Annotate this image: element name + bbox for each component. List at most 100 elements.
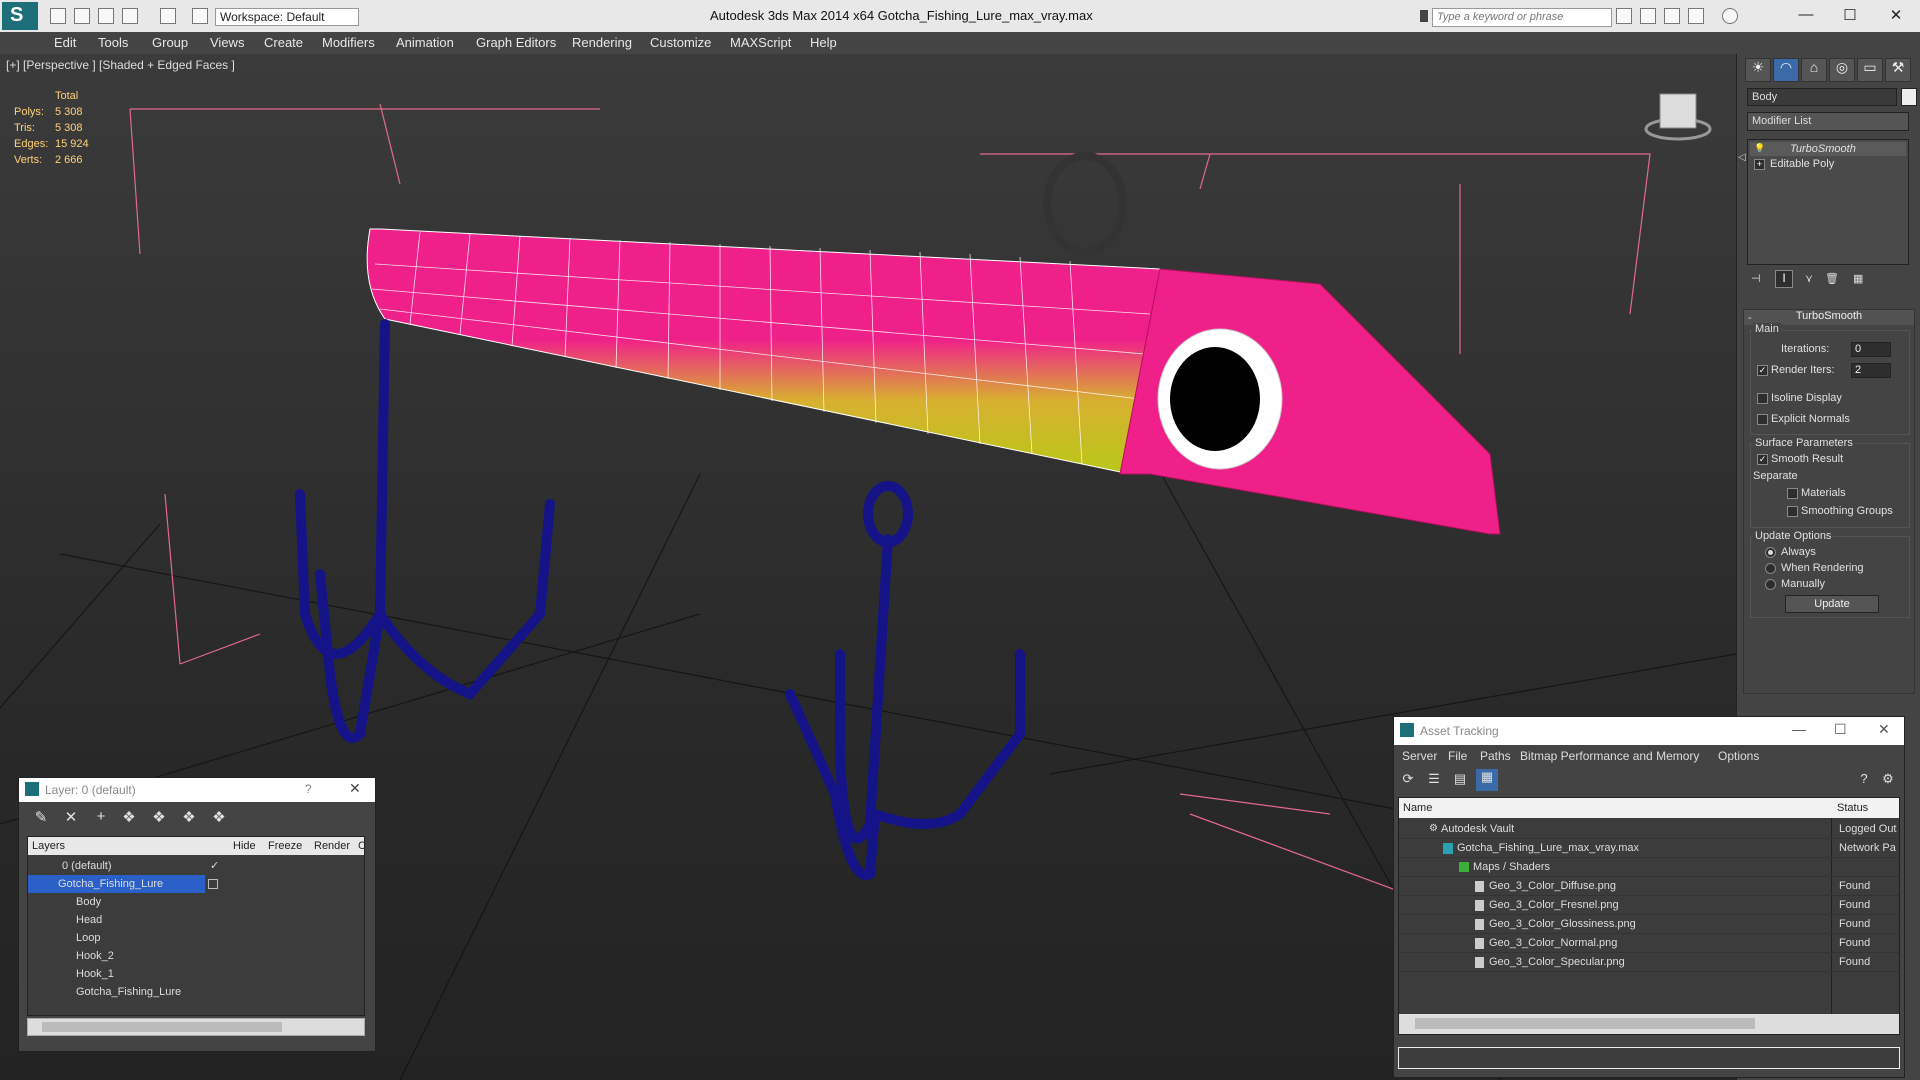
- settings-icon[interactable]: ⚙: [1878, 771, 1898, 791]
- close-icon[interactable]: ✕: [349, 780, 361, 797]
- user-icon[interactable]: [1664, 8, 1680, 24]
- viewport-label[interactable]: [+] [Perspective ] [Shaded + Edged Faces…: [6, 58, 235, 72]
- minimize-button[interactable]: —: [1796, 6, 1816, 24]
- new-file-icon[interactable]: [50, 8, 66, 24]
- when-rendering-radio[interactable]: [1765, 563, 1776, 574]
- always-radio[interactable]: [1765, 547, 1776, 558]
- asset-row[interactable]: Geo_3_Color_Diffuse.png Found: [1399, 877, 1899, 896]
- render-iters-checkbox[interactable]: ✓: [1757, 365, 1768, 376]
- show-end-result-icon[interactable]: I: [1775, 270, 1793, 288]
- create-tab-icon[interactable]: ☀: [1745, 58, 1771, 82]
- open-file-icon[interactable]: [74, 8, 90, 24]
- modifier-stack[interactable]: 💡 TurboSmooth + Editable Poly: [1747, 139, 1909, 265]
- menu-graph-editors[interactable]: Graph Editors: [476, 35, 556, 50]
- asset-row[interactable]: Geo_3_Color_Specular.png Found: [1399, 953, 1899, 972]
- layer-horizontal-scrollbar[interactable]: [27, 1018, 365, 1036]
- update-button[interactable]: Update: [1785, 595, 1879, 613]
- table-view-icon[interactable]: ▦: [1476, 769, 1498, 791]
- help-icon[interactable]: [1722, 8, 1738, 24]
- help-icon[interactable]: ?: [1854, 771, 1874, 791]
- menu-views[interactable]: Views: [210, 35, 244, 50]
- expand-icon[interactable]: +: [1754, 159, 1765, 170]
- asset-row[interactable]: Geo_3_Color_Normal.png Found: [1399, 934, 1899, 953]
- menu-maxscript[interactable]: MAXScript: [730, 35, 791, 50]
- asset-row[interactable]: ⚙ Autodesk Vault Logged Out: [1399, 820, 1899, 839]
- modify-tab-icon[interactable]: ◠: [1773, 58, 1799, 82]
- scrollbar-thumb[interactable]: [42, 1022, 282, 1032]
- col-layers[interactable]: Layers: [32, 840, 65, 852]
- menu-customize[interactable]: Customize: [650, 35, 711, 50]
- expand-search-icon[interactable]: [1420, 10, 1428, 22]
- active-layer-check-icon[interactable]: ✓: [210, 859, 219, 872]
- hierarchy-tab-icon[interactable]: ⌂: [1801, 58, 1827, 82]
- explicit-normals-checkbox[interactable]: [1757, 414, 1768, 425]
- viewcube-icon[interactable]: [1644, 93, 1712, 141]
- modifier-list-dropdown[interactable]: Modifier List: [1747, 112, 1909, 131]
- refresh-icon[interactable]: ⟳: [1398, 771, 1418, 791]
- make-unique-icon[interactable]: ⋎: [1805, 272, 1819, 286]
- favorites-star-icon[interactable]: [1688, 8, 1704, 24]
- object-name-field[interactable]: Body: [1747, 88, 1897, 106]
- layer-window-titlebar[interactable]: Layer: 0 (default) ? ✕: [19, 778, 375, 802]
- asset-row[interactable]: Geo_3_Color_Glossiness.png Found: [1399, 915, 1899, 934]
- menu-group[interactable]: Group: [152, 35, 188, 50]
- menu-tools[interactable]: Tools: [98, 35, 128, 50]
- binoculars-icon[interactable]: [1616, 8, 1632, 24]
- lightbulb-icon[interactable]: 💡: [1754, 143, 1765, 154]
- create-layer-icon[interactable]: ✎: [31, 808, 51, 828]
- freeze-all-icon[interactable]: ❖: [209, 808, 229, 828]
- col-name[interactable]: Name: [1403, 802, 1432, 814]
- utilities-tab-icon[interactable]: ⚒: [1885, 58, 1911, 82]
- object-color-swatch[interactable]: [1901, 88, 1917, 106]
- undo-icon[interactable]: [122, 8, 138, 24]
- render-iters-spinner[interactable]: 2: [1851, 363, 1891, 378]
- stack-item-editable-poly[interactable]: + Editable Poly: [1750, 157, 1906, 171]
- pin-stack-icon[interactable]: ⊣: [1751, 272, 1765, 286]
- delete-layer-icon[interactable]: ✕: [61, 808, 81, 828]
- layer-row[interactable]: Gotcha_Fishing_Lure: [28, 983, 364, 1001]
- isoline-display-checkbox[interactable]: [1757, 393, 1768, 404]
- smoothing-groups-checkbox[interactable]: [1787, 506, 1798, 517]
- close-icon[interactable]: ✕: [1878, 721, 1890, 738]
- layer-row[interactable]: Head: [28, 911, 364, 929]
- asset-path-field[interactable]: [1398, 1047, 1900, 1069]
- minimize-icon[interactable]: —: [1792, 721, 1806, 737]
- col-color[interactable]: C: [358, 840, 366, 852]
- menu-rendering[interactable]: Rendering: [572, 35, 632, 50]
- close-button[interactable]: ✕: [1886, 6, 1906, 24]
- layer-row[interactable]: Body: [28, 893, 364, 911]
- col-freeze[interactable]: Freeze: [268, 840, 302, 852]
- asset-menu-paths[interactable]: Paths: [1480, 749, 1511, 763]
- asset-menu-options[interactable]: Options: [1718, 749, 1759, 763]
- menu-create[interactable]: Create: [264, 35, 303, 50]
- motion-tab-icon[interactable]: ◎: [1829, 58, 1855, 82]
- layer-row[interactable]: Loop: [28, 929, 364, 947]
- add-to-layer-icon[interactable]: +: [91, 808, 111, 828]
- highlight-layer-icon[interactable]: ❖: [149, 808, 169, 828]
- asset-menu-file[interactable]: File: [1448, 749, 1467, 763]
- save-file-icon[interactable]: [98, 8, 114, 24]
- iterations-spinner[interactable]: 0: [1851, 342, 1891, 357]
- hold-icon[interactable]: [192, 8, 208, 24]
- layer-row[interactable]: 0 (default) ✓: [28, 857, 364, 875]
- remove-modifier-icon[interactable]: 🗑: [1825, 272, 1839, 286]
- layer-row[interactable]: Hook_2: [28, 947, 364, 965]
- active-layer-checkbox[interactable]: [208, 879, 218, 889]
- select-objects-icon[interactable]: ❖: [119, 808, 139, 828]
- app-logo-icon[interactable]: S: [2, 2, 38, 30]
- hide-all-icon[interactable]: ❖: [179, 808, 199, 828]
- asset-menu-bitmap-performance[interactable]: Bitmap Performance and Memory: [1520, 749, 1699, 763]
- search-input[interactable]: Type a keyword or phrase: [1432, 8, 1612, 27]
- manually-radio[interactable]: [1765, 579, 1776, 590]
- col-render[interactable]: Render: [314, 840, 350, 852]
- tree-view-icon[interactable]: ▤: [1450, 771, 1470, 791]
- col-hide[interactable]: Hide: [233, 840, 256, 852]
- menu-animation[interactable]: Animation: [396, 35, 454, 50]
- communication-center-icon[interactable]: [1640, 8, 1656, 24]
- asset-row[interactable]: Geo_3_Color_Fresnel.png Found: [1399, 896, 1899, 915]
- display-tab-icon[interactable]: ▭: [1857, 58, 1883, 82]
- maximize-button[interactable]: ☐: [1840, 6, 1860, 24]
- list-view-icon[interactable]: ☰: [1424, 771, 1444, 791]
- redo-icon[interactable]: [160, 8, 176, 24]
- asset-row[interactable]: Gotcha_Fishing_Lure_max_vray.max Network…: [1399, 839, 1899, 858]
